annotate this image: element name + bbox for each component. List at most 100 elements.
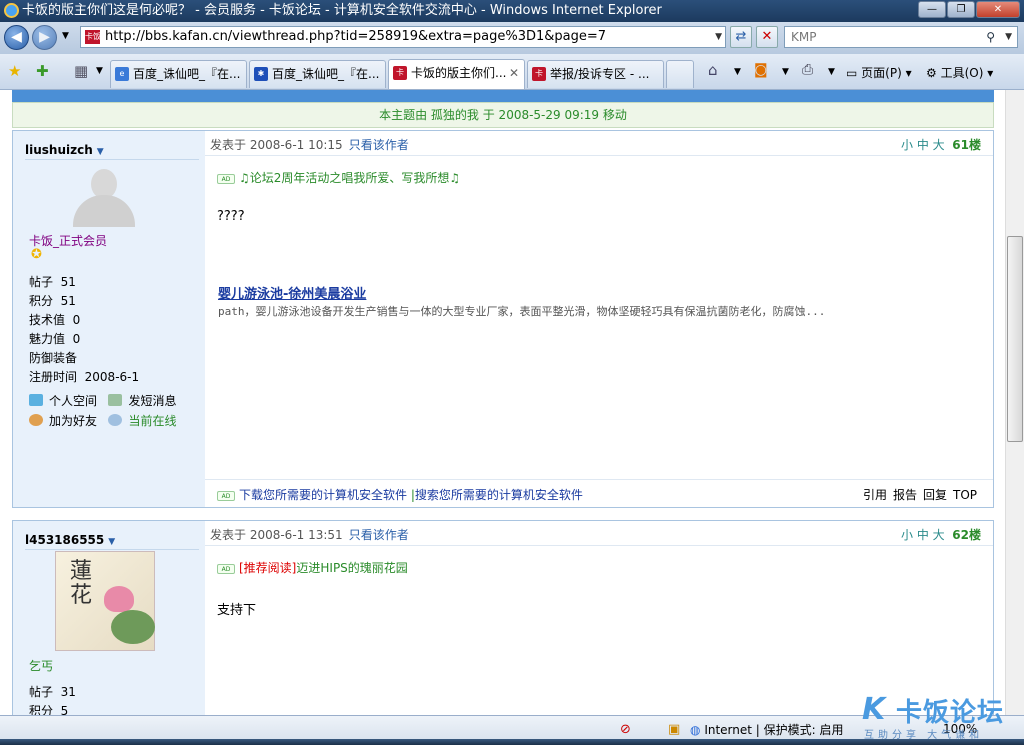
stat-charm: 魅力值 0	[29, 332, 81, 346]
move-notice: 本主题由 孤独的我 于 2008-5-29 09:19 移动	[12, 102, 994, 128]
tab-baidu-1[interactable]: e 百度_诛仙吧_『在...	[110, 60, 247, 88]
close-button[interactable]: ✕	[976, 1, 1020, 18]
popup-blocked-icon[interactable]: ⊘	[620, 722, 631, 737]
address-bar[interactable]: 卡饭 http://bbs.kafan.cn/viewthread.php?ti…	[80, 26, 726, 48]
globe-icon: ◍	[690, 723, 701, 737]
tab-bar: ★ ✚ ▦ ▼ e 百度_诛仙吧_『在... ✱ 百度_诛仙吧_『在... 卡 …	[0, 54, 1024, 90]
kafan-favicon: 卡	[532, 67, 546, 81]
window-title: 卡饭的版主你们这是何必呢？ - 会员服务 - 卡饭论坛 - 计算机安全软件交流中…	[22, 3, 662, 18]
page-icon: ▭	[846, 66, 858, 80]
font-size-controls[interactable]: 小 中 大 62楼	[901, 526, 981, 543]
stat-points: 积分 51	[29, 294, 76, 308]
user-stats: 帖子 31 积分 5	[29, 683, 76, 715]
font-size-controls[interactable]: 小 中 大 61楼	[901, 136, 981, 153]
post-actions: 引用 报告 回复 TOP	[857, 486, 977, 503]
author-name[interactable]: liushuizch ▼	[25, 143, 104, 157]
window-controls: — ❐ ✕	[918, 1, 1020, 18]
feeds-dropdown-icon[interactable]: ▼	[782, 67, 789, 77]
page-menu[interactable]: ▭ 页面(P) ▾	[846, 64, 912, 81]
post-body: ????	[217, 209, 245, 224]
tab-label: 卡饭的版主你们...	[411, 66, 507, 80]
add-favorites-icon[interactable]: ✚	[36, 62, 49, 80]
logo-slogan: 互助分享 大气谦和	[864, 730, 984, 741]
tab-label: 百度_诛仙吧_『在...	[133, 67, 241, 81]
divider	[25, 549, 199, 550]
footer-links: AD 下载您所需要的计算机安全软件 |搜索您所需要的计算机安全软件	[217, 486, 583, 503]
tab-list-dropdown-icon[interactable]: ▼	[96, 66, 103, 76]
gear-icon: ⚙	[926, 66, 937, 80]
tab-report[interactable]: 卡 举报/投诉专区 - ...	[527, 60, 664, 88]
only-author-link[interactable]: 只看该作者	[349, 528, 409, 542]
stat-tech: 技术值 0	[29, 313, 81, 327]
post-date: 发表于 2008-6-1 13:51 只看该作者	[210, 528, 409, 542]
download-link[interactable]: 下载您所需要的计算机安全软件	[239, 488, 407, 502]
search-link[interactable]: 搜索您所需要的计算机安全软件	[415, 488, 583, 502]
print-dropdown-icon[interactable]: ▼	[828, 67, 835, 77]
post-62: l453186555 ▼ 蓮花 乞丐 帖子 31 积分 5 发表于 2008-6-…	[12, 520, 994, 715]
scrollbar-thumb[interactable]	[1007, 236, 1023, 442]
tab-kafan-active[interactable]: 卡 卡饭的版主你们... ✕	[388, 59, 525, 89]
tools-menu[interactable]: ⚙ 工具(O) ▾	[926, 64, 993, 81]
search-dropdown-icon[interactable]: ▼	[1005, 27, 1012, 47]
home-icon	[29, 394, 43, 406]
stat-points: 积分 5	[29, 704, 69, 715]
promo-link[interactable]: 婴儿游泳池-徐州美晨浴业	[218, 283, 366, 302]
new-tab-button[interactable]	[666, 60, 694, 88]
tab-baidu-2[interactable]: ✱ 百度_诛仙吧_『在...	[249, 60, 386, 88]
back-button[interactable]: ◀	[4, 25, 29, 50]
home-icon[interactable]: ⌂	[708, 61, 718, 79]
chevron-down-icon[interactable]: ▼	[108, 537, 115, 547]
stat-posts: 帖子 51	[29, 275, 76, 289]
post-author-sidebar: liushuizch ▼ 卡饭_正式会员 ✪ 帖子 51 积分 51 技术值 0 …	[13, 131, 205, 507]
user-add-icon	[29, 414, 43, 426]
minimize-button[interactable]: —	[918, 1, 946, 18]
post-footer: AD 下载您所需要的计算机安全软件 |搜索您所需要的计算机安全软件 引用 报告 回复 T…	[205, 479, 993, 507]
refresh-button[interactable]: ⇄	[730, 26, 752, 48]
user-stats: 帖子 51 积分 51 技术值 0 魅力值 0 防御装备 注册时间 2008-6…	[29, 273, 139, 387]
search-input[interactable]: KMP	[791, 30, 816, 44]
ad-line[interactable]: AD [推荐阅读]迈进HIPS的瑰丽花园	[217, 559, 408, 576]
ad-line[interactable]: AD ♫论坛2周年活动之唱我所爱、写我所想♫	[217, 169, 460, 186]
stat-posts: 帖子 31	[29, 685, 76, 699]
promo-description: path，婴儿游泳池设备开发生产销售与一体的大型专业厂家，表面平整光滑，物体坚硬…	[218, 305, 826, 318]
post-author-sidebar: l453186555 ▼ 蓮花 乞丐 帖子 31 积分 5	[13, 521, 205, 715]
window-titlebar: 卡饭的版主你们这是何必呢？ - 会员服务 - 卡饭论坛 - 计算机安全软件交流中…	[0, 0, 1024, 22]
send-pm-link[interactable]: 发短消息	[108, 394, 176, 408]
personal-space-link[interactable]: 个人空间	[29, 394, 97, 408]
author-name[interactable]: l453186555 ▼	[25, 533, 115, 547]
user-online-icon	[108, 414, 123, 426]
restore-button[interactable]: ❐	[947, 1, 975, 18]
search-box[interactable]: KMP ⚲ ▼	[784, 26, 1018, 48]
vertical-scrollbar[interactable]	[1005, 90, 1024, 715]
print-icon[interactable]: ⎙	[802, 62, 813, 78]
quote-button[interactable]: 引用	[863, 488, 887, 502]
baidu-paw-icon: ✱	[254, 67, 268, 81]
forward-button[interactable]: ▶	[32, 25, 57, 50]
kafan-favicon: 卡	[393, 66, 407, 80]
quick-tabs-icon[interactable]: ▦	[74, 62, 88, 80]
search-icon[interactable]: ⚲	[986, 27, 995, 47]
feeds-icon[interactable]: ◙	[754, 62, 768, 78]
history-dropdown-icon[interactable]: ▼	[62, 31, 69, 41]
only-author-link[interactable]: 只看该作者	[349, 138, 409, 152]
message-icon	[108, 394, 123, 406]
navigation-bar: ◀ ▶ ▼ 卡饭 http://bbs.kafan.cn/viewthread.…	[0, 22, 1024, 54]
report-button[interactable]: 报告	[893, 488, 917, 502]
chevron-down-icon[interactable]: ▼	[97, 147, 104, 157]
favorites-star-icon[interactable]: ★	[8, 62, 21, 80]
reply-button[interactable]: 回复	[923, 488, 947, 502]
address-dropdown-icon[interactable]: ▼	[715, 27, 722, 47]
ie-page-icon: e	[115, 67, 129, 81]
add-friend-link[interactable]: 加为好友	[29, 414, 97, 428]
post-date: 发表于 2008-6-1 10:15 只看该作者	[210, 138, 409, 152]
refresh-icon: ⇄	[735, 29, 747, 44]
close-tab-icon[interactable]: ✕	[509, 60, 519, 86]
stop-button[interactable]: ✕	[756, 26, 778, 48]
top-button[interactable]: TOP	[953, 488, 977, 502]
avatar: 蓮花	[55, 551, 155, 651]
lotus-leaf-icon	[111, 610, 155, 644]
home-dropdown-icon[interactable]: ▼	[734, 67, 741, 77]
address-url: http://bbs.kafan.cn/viewthread.php?tid=2…	[105, 29, 607, 44]
ad-badge-icon: AD	[217, 564, 235, 574]
floor-number: 62楼	[952, 528, 981, 542]
